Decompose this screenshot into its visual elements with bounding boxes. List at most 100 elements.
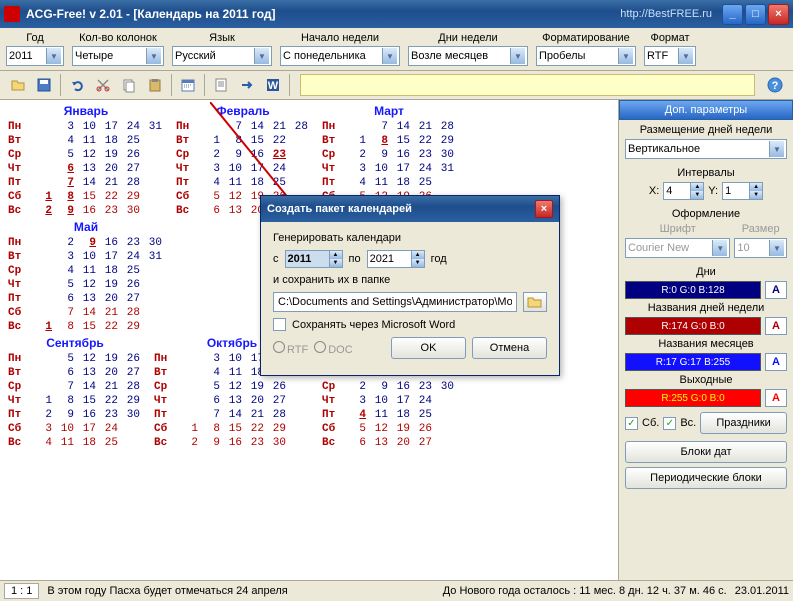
create-package-dialog: Создать пакет календарей × Генерировать к… [260,195,560,376]
doc-radio [314,341,326,353]
periodic-button[interactable]: Периодические блоки [625,467,787,489]
year-select[interactable]: 2011▼ [6,46,64,66]
x-label: X: [649,185,659,197]
word-icon[interactable]: W [261,73,285,97]
month-name: Май [8,220,164,234]
status-bar: 1 : 1 В этом году Пасха будет отмечаться… [0,580,793,601]
side-panel: Доп. параметры Размещение дней недели Ве… [618,100,793,580]
weekend-swatch[interactable]: R:255 G:0 B:0 [625,389,761,407]
save-icon[interactable] [32,73,56,97]
path-input[interactable] [273,292,517,312]
settings-toolbar: Год 2011▼ Кол-во колонок Четыре▼ Язык Русск… [0,28,793,71]
arrow-right-icon[interactable] [235,73,259,97]
placement-select[interactable]: Вертикальное▼ [625,139,787,159]
font-label: Шрифт [625,223,730,235]
dialog-close-button[interactable]: × [535,200,553,218]
days-color-label: Дни [625,266,787,278]
lang-label: Язык [172,32,272,44]
blocks-button[interactable]: Блоки дат [625,441,787,463]
minimize-button[interactable]: _ [722,4,743,25]
word-label: Сохранять через Microsoft Word [292,319,455,331]
svg-text:W: W [268,80,279,92]
from-label: с [273,253,279,265]
cols-label: Кол-во колонок [72,32,164,44]
size-label: Размер [734,223,787,235]
month-block: ЯнварьПн310172431Вт4111825Ср5121926Чт613… [8,104,164,218]
lang-select[interactable]: Русский▼ [172,46,272,66]
website-url: http://BestFREE.ru [620,8,712,20]
to-year-spinner[interactable]: ▲▼ [367,250,425,268]
status-newyear: До Нового года осталось : 11 мес. 8 дн. … [443,585,727,597]
rtf-radio [273,341,285,353]
downames-font-button[interactable]: A [765,317,787,335]
month-block: МайПн29162330Вт310172431Ср4111825Чт51219… [8,220,164,334]
format-label: Формат [644,32,696,44]
sat-label: Сб. [642,417,659,429]
week-select[interactable]: С понедельника▼ [280,46,400,66]
days-font-button[interactable]: A [765,281,787,299]
status-date: 23.01.2011 [735,585,789,597]
y-spinner[interactable]: ▲▼ [722,182,763,200]
month-block: СентябрьПн5121926Вт6132027Ср7142128Чт181… [8,336,142,450]
save-label: и сохранить их в папке [273,274,547,286]
help-icon[interactable]: ? [763,73,787,97]
days-label: Дни недели [408,32,528,44]
design-label: Оформление [625,208,787,220]
dialog-title: Создать пакет календарей [267,203,412,215]
paste-icon[interactable] [143,73,167,97]
size-select: 10▼ [734,238,787,258]
titlebar: ACG-Free! v 2.01 - [Календарь на 2011 го… [0,0,793,28]
holidays-button[interactable]: Праздники [700,412,787,434]
sun-label: Вс. [680,417,696,429]
status-easter: В этом году Пасха будет отмечаться 24 ап… [47,585,287,597]
font-select: Courier New▼ [625,238,730,258]
cols-select[interactable]: Четыре▼ [72,46,164,66]
maximize-button[interactable]: □ [745,4,766,25]
week-label: Начало недели [280,32,400,44]
to-label: по [349,253,361,265]
downames-color-label: Названия дней недели [625,302,787,314]
copy-icon[interactable] [117,73,141,97]
x-spinner[interactable]: ▲▼ [663,182,704,200]
month-name: Март [322,104,456,118]
month-name: Январь [8,104,164,118]
y-label: Y: [708,185,718,197]
monthnames-font-button[interactable]: A [765,353,787,371]
window-title: ACG-Free! v 2.01 - [Календарь на 2011 го… [26,7,620,21]
month-name: Февраль [176,104,310,118]
cancel-button[interactable]: Отмена [472,337,547,359]
downames-swatch[interactable]: R:174 G:0 B:0 [625,317,761,335]
month-name: Сентябрь [8,336,142,350]
side-header: Доп. параметры [619,100,793,120]
word-checkbox[interactable] [273,318,286,331]
status-pos: 1 : 1 [4,583,39,599]
sat-checkbox[interactable]: ✓ [625,417,638,430]
calendar-icon[interactable] [176,73,200,97]
close-button[interactable]: × [768,4,789,25]
undo-icon[interactable] [65,73,89,97]
weekend-font-button[interactable]: A [765,389,787,407]
svg-text:?: ? [772,80,779,92]
ok-button[interactable]: OK [391,337,466,359]
message-bar [300,74,755,96]
interval-label: Интервалы [625,167,787,179]
fmt-label: Форматирование [536,32,636,44]
cut-icon[interactable] [91,73,115,97]
monthnames-color-label: Названия месяцев [625,338,787,350]
app-icon [4,6,20,22]
generate-label: Генерировать календари [273,232,547,244]
open-icon[interactable] [6,73,30,97]
year-suffix-label: год [431,253,447,265]
year-label: Год [6,32,64,44]
monthnames-swatch[interactable]: R:17 G:17 B:255 [625,353,761,371]
from-year-spinner[interactable]: ▲▼ [285,250,343,268]
weekend-color-label: Выходные [625,374,787,386]
placement-label: Размещение дней недели [625,124,787,136]
fmt-select[interactable]: Пробелы▼ [536,46,636,66]
days-select[interactable]: Возле месяцев▼ [408,46,528,66]
sun-checkbox[interactable]: ✓ [663,417,676,430]
document-icon[interactable] [209,73,233,97]
format-select[interactable]: RTF▼ [644,46,696,66]
days-swatch[interactable]: R:0 G:0 B:128 [625,281,761,299]
browse-button[interactable] [523,292,547,312]
